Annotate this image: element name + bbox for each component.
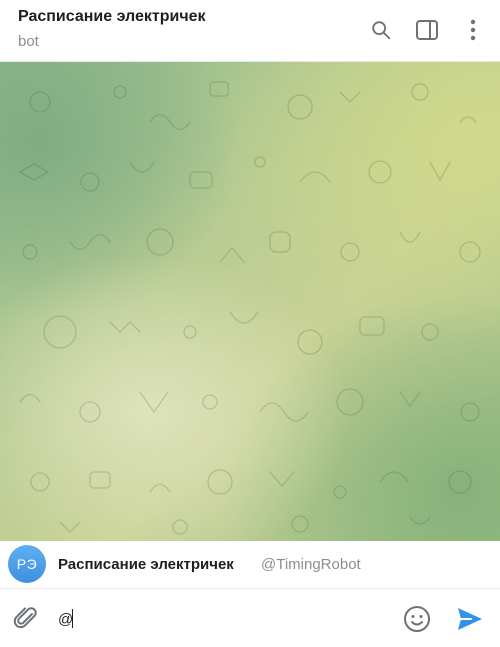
send-button[interactable]	[455, 605, 485, 633]
inline-bot-bar[interactable]: РЭ Расписание электричек @TimingRobot	[0, 541, 500, 589]
sidebar-toggle-icon	[416, 20, 438, 40]
avatar: РЭ	[8, 545, 46, 583]
message-composer	[0, 589, 500, 647]
message-input-wrap[interactable]	[58, 607, 378, 631]
bot-username: @TimingRobot	[261, 556, 361, 573]
text-caret	[72, 609, 73, 628]
send-icon	[458, 608, 482, 630]
emoji-button[interactable]	[402, 604, 432, 634]
search-button[interactable]	[368, 17, 394, 43]
more-vertical-icon	[470, 19, 476, 41]
emoji-icon	[404, 606, 430, 632]
chat-header: Расписание электричек bot	[0, 0, 500, 62]
header-actions	[368, 17, 486, 43]
bot-name: Расписание электричек	[58, 556, 234, 573]
chat-subtitle: bot	[18, 33, 39, 50]
more-options-button[interactable]	[460, 17, 486, 43]
chat-background	[0, 62, 500, 541]
telegram-chat-window: Расписание электричек bot РЭ Расписание …	[0, 0, 500, 647]
attach-button[interactable]	[12, 605, 40, 633]
doodle-pattern	[18, 81, 481, 535]
chat-title[interactable]: Расписание электричек	[18, 8, 206, 26]
attach-icon	[13, 607, 37, 629]
message-input[interactable]	[58, 607, 378, 631]
search-icon	[372, 21, 391, 40]
sidebar-toggle-button[interactable]	[414, 17, 440, 43]
